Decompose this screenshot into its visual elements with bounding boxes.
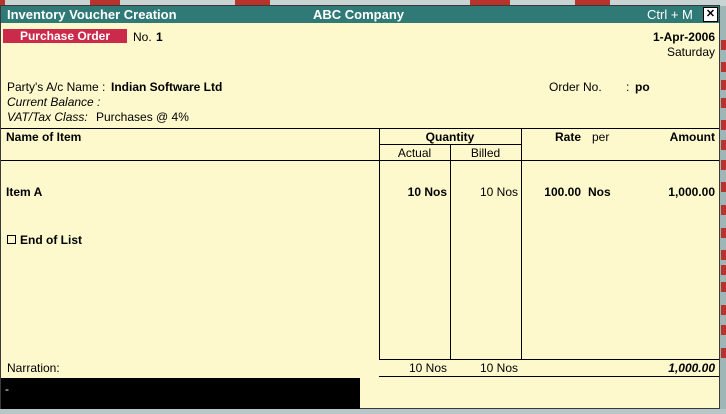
voucher-window: Inventory Voucher Creation ABC Company C… bbox=[0, 5, 720, 410]
totals-top-border bbox=[379, 359, 719, 360]
side-marker bbox=[721, 348, 726, 358]
voucher-type-badge[interactable]: Purchase Order bbox=[3, 29, 127, 43]
item-name[interactable]: Item A bbox=[6, 185, 42, 199]
total-actual-qty: 10 Nos bbox=[408, 361, 447, 375]
voucher-day: Saturday bbox=[666, 45, 715, 59]
window-title: Inventory Voucher Creation bbox=[7, 7, 177, 22]
side-marker bbox=[721, 80, 726, 90]
vat-class-field[interactable]: Purchases @ 4% bbox=[96, 110, 189, 124]
side-marker bbox=[721, 140, 726, 150]
voucher-no-label: No. bbox=[133, 30, 152, 44]
item-rate[interactable]: 100.00 bbox=[521, 185, 581, 199]
title-bar: Inventory Voucher Creation ABC Company C… bbox=[1, 6, 719, 23]
vat-class-label: VAT/Tax Class: bbox=[7, 110, 88, 124]
bottom-strip bbox=[0, 409, 726, 414]
col-billed: Billed bbox=[470, 146, 501, 160]
table-row[interactable]: Item A 10 Nos 10 Nos 100.00 Nos 1,000.00 bbox=[1, 185, 719, 201]
side-marker bbox=[721, 228, 726, 238]
side-marker bbox=[721, 282, 726, 292]
voucher-date[interactable]: 1-Apr-2006 bbox=[653, 30, 715, 44]
party-name-field[interactable]: Indian Software Ltd bbox=[111, 80, 222, 94]
narration-label: Narration: bbox=[7, 361, 60, 375]
item-actual-qty[interactable]: 10 Nos bbox=[379, 185, 447, 199]
current-balance-label: Current Balance : bbox=[7, 95, 101, 109]
side-marker bbox=[721, 205, 726, 215]
table-top-border bbox=[1, 128, 719, 129]
voucher-no-value[interactable]: 1 bbox=[156, 30, 163, 44]
col-rate: Rate bbox=[555, 130, 582, 144]
column-divider bbox=[379, 128, 380, 359]
side-marker bbox=[721, 62, 726, 72]
order-no-label: Order No. bbox=[549, 80, 602, 94]
col-per: per bbox=[592, 130, 610, 144]
side-marker bbox=[721, 250, 726, 260]
column-divider bbox=[521, 128, 522, 359]
item-billed-qty[interactable]: 10 Nos bbox=[450, 185, 518, 199]
side-marker bbox=[721, 40, 726, 50]
side-marker bbox=[721, 120, 726, 130]
list-bullet-icon bbox=[7, 235, 16, 244]
header-bottom-border bbox=[1, 160, 719, 161]
end-of-list-label: End of List bbox=[20, 233, 82, 247]
narration-input[interactable]: - bbox=[1, 378, 360, 410]
order-no-field[interactable]: po bbox=[635, 80, 650, 94]
col-name-of-item: Name of Item bbox=[6, 130, 82, 144]
company-name: ABC Company bbox=[313, 7, 405, 22]
total-billed-qty: 10 Nos bbox=[479, 361, 518, 375]
col-amount: Amount bbox=[669, 130, 715, 144]
column-divider bbox=[450, 144, 451, 359]
side-marker bbox=[721, 98, 726, 108]
party-name-label: Party's A/c Name : bbox=[7, 80, 106, 94]
side-marker bbox=[721, 160, 726, 170]
order-no-colon: : bbox=[626, 80, 630, 94]
side-marker bbox=[721, 325, 726, 335]
total-amount: 1,000.00 bbox=[668, 361, 715, 375]
col-actual: Actual bbox=[397, 146, 432, 160]
close-button[interactable]: ✕ bbox=[703, 7, 718, 22]
end-of-list-option[interactable]: End of List bbox=[7, 233, 82, 247]
shortcut-hint[interactable]: Ctrl + M bbox=[647, 7, 693, 22]
side-marker bbox=[721, 305, 726, 315]
close-icon: ✕ bbox=[705, 8, 716, 20]
item-amount[interactable]: 1,000.00 bbox=[668, 185, 715, 199]
col-quantity: Quantity bbox=[425, 130, 475, 144]
side-marker bbox=[721, 265, 726, 275]
item-per[interactable]: Nos bbox=[588, 185, 611, 199]
side-marker bbox=[721, 182, 726, 192]
totals-bottom-border bbox=[379, 376, 719, 377]
input-cursor: - bbox=[5, 382, 9, 396]
